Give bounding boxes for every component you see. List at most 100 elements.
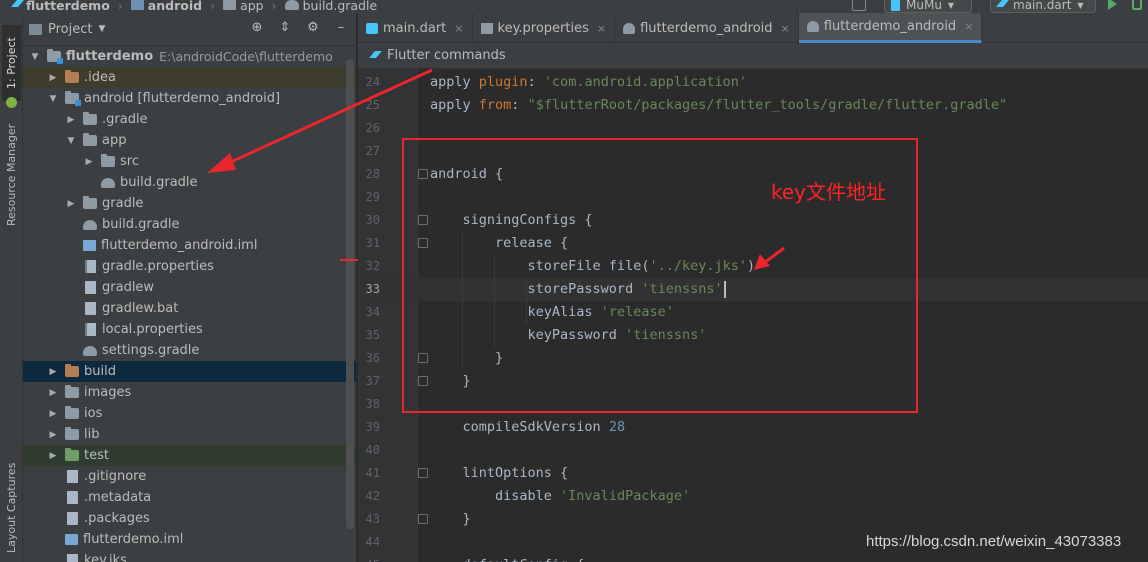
device-manager-icon[interactable] <box>852 0 866 11</box>
editor-tab[interactable]: flutterdemo_android × <box>798 13 983 43</box>
collapse-arrow-icon[interactable]: ▶ <box>47 73 59 83</box>
chevron-down-icon[interactable]: ▼ <box>98 24 105 34</box>
breadcrumb: flutterdemo › android › app › build.grad… <box>12 0 377 13</box>
folder-icon <box>83 133 97 146</box>
jks-file-icon <box>67 554 78 562</box>
line-number: 43 <box>365 512 380 526</box>
tab-project-tool[interactable]: 1: Project <box>2 25 21 101</box>
tree-item[interactable]: gradle.properties <box>23 256 356 277</box>
tree-item[interactable]: ▶ ios <box>23 403 356 424</box>
test-folder-icon <box>65 448 79 461</box>
debug-icon[interactable] <box>1132 0 1142 10</box>
tree-item[interactable]: flutterdemo_android.iml <box>23 235 356 256</box>
tree-item-label: images <box>84 385 132 400</box>
collapse-arrow-icon[interactable]: ▶ <box>65 199 77 209</box>
collapse-arrow-icon[interactable]: ▶ <box>83 157 95 167</box>
flutter-icon <box>997 0 1007 11</box>
line-number: 40 <box>365 443 380 457</box>
line-number: 41 <box>365 466 380 480</box>
tree-item[interactable]: ▼ app <box>23 130 356 151</box>
collapse-arrow-icon[interactable]: ▶ <box>47 409 59 419</box>
collapse-arrow-icon[interactable]: ▶ <box>65 115 77 125</box>
locate-file-icon[interactable]: ⊕ <box>250 21 264 35</box>
tree-item[interactable]: .metadata <box>23 487 356 508</box>
gradle-icon <box>101 177 115 188</box>
tree-item[interactable]: gradlew <box>23 277 356 298</box>
red-marker <box>340 259 358 261</box>
run-config-selector[interactable]: main.dart ▼ <box>990 0 1096 13</box>
tree-item[interactable]: ▶ .idea <box>23 67 356 88</box>
tree-item-label: build.gradle <box>120 175 198 190</box>
editor-tab[interactable]: key.properties × <box>473 13 616 43</box>
breadcrumb-item-project[interactable]: flutterdemo <box>26 0 110 13</box>
collapse-arrow-icon[interactable]: ▶ <box>47 367 59 377</box>
gear-icon[interactable]: ⚙ <box>306 21 320 35</box>
tree-item[interactable]: ▶ lib <box>23 424 356 445</box>
run-icon[interactable] <box>1108 0 1117 10</box>
tab-layout-captures[interactable]: Layout Captures <box>2 458 21 558</box>
collapse-all-icon[interactable]: ⇕ <box>278 21 292 35</box>
tree-item[interactable]: settings.gradle <box>23 340 356 361</box>
tree-item[interactable]: ▶ .gradle <box>23 109 356 130</box>
line-number: 38 <box>365 397 380 411</box>
close-icon[interactable]: × <box>597 22 606 35</box>
file-icon <box>85 281 96 294</box>
line-number: 26 <box>365 121 380 135</box>
project-panel: Project ▼ ⊕ ⇕ ⚙ – ▼ flutterdemo E:\android… <box>23 13 357 562</box>
breadcrumb-item-android[interactable]: android <box>148 0 202 13</box>
collapse-arrow-icon[interactable]: ▶ <box>47 451 59 461</box>
breadcrumb-item-file[interactable]: build.gradle <box>303 0 378 13</box>
close-icon[interactable]: × <box>781 22 790 35</box>
tree-item[interactable]: ▶ test <box>23 445 356 466</box>
code-text: lintOptions { <box>430 465 569 481</box>
project-view-selector[interactable]: Project <box>48 22 92 37</box>
properties-file-icon <box>85 323 96 336</box>
editor-tab[interactable]: main.dart × <box>358 13 473 43</box>
tree-item[interactable]: flutterdemo.iml <box>23 529 356 550</box>
expand-arrow-icon[interactable]: ▼ <box>29 52 41 62</box>
flutter-icon <box>370 50 380 62</box>
tree-item[interactable]: .packages <box>23 508 356 529</box>
editor-tab[interactable]: flutterdemo_android × <box>615 13 799 43</box>
breadcrumb-item-app[interactable]: app <box>240 0 264 13</box>
code-line: defaultConfig { <box>430 554 585 562</box>
hide-panel-icon[interactable]: – <box>334 21 348 35</box>
tree-item[interactable]: build.gradle <box>23 214 356 235</box>
collapse-arrow-icon[interactable]: ▶ <box>47 388 59 398</box>
tree-item[interactable]: ▶ src <box>23 151 356 172</box>
tree-item-label: flutterdemo <box>66 49 154 64</box>
tree-item[interactable]: key.jks <box>23 550 356 562</box>
tree-item-label: build <box>84 364 116 379</box>
code-text: compileSdkVersion <box>430 419 609 435</box>
project-scrollbar[interactable] <box>346 59 354 529</box>
annotation-label: key文件地址 <box>771 180 887 204</box>
watermark: https://blog.csdn.net/weixin_43073383 <box>866 533 1122 550</box>
device-selector[interactable]: MuMu ▼ <box>884 0 972 13</box>
flutter-commands-label[interactable]: Flutter commands <box>387 48 506 63</box>
line-number: 29 <box>365 190 380 204</box>
tree-item[interactable]: ▶ build <box>23 361 356 382</box>
tree-item-label: flutterdemo_android.iml <box>101 238 258 253</box>
tree-item[interactable]: ▼ flutterdemo E:\androidCode\flutterdemo <box>23 46 356 67</box>
tree-item[interactable]: ▼ android [flutterdemo_android] <box>23 88 356 109</box>
tree-item[interactable]: ▶ gradle <box>23 193 356 214</box>
fold-marker-icon[interactable] <box>418 468 428 478</box>
editor-tab-label: main.dart <box>383 20 447 36</box>
tree-item[interactable]: gradlew.bat <box>23 298 356 319</box>
expand-arrow-icon[interactable]: ▼ <box>65 136 77 146</box>
tree-item-label: android [flutterdemo_android] <box>84 91 281 106</box>
navigation-bar: flutterdemo › android › app › build.grad… <box>0 0 1148 13</box>
tree-item[interactable]: .gitignore <box>23 466 356 487</box>
close-icon[interactable]: × <box>964 20 973 33</box>
tab-resource-manager[interactable]: Resource Manager <box>2 115 21 235</box>
close-icon[interactable]: × <box>454 22 463 35</box>
tree-item-label: test <box>84 448 109 463</box>
tree-item[interactable]: ▶ images <box>23 382 356 403</box>
tree-item-label: key.jks <box>84 553 127 562</box>
tree-item-label: gradlew <box>102 280 155 295</box>
collapse-arrow-icon[interactable]: ▶ <box>47 430 59 440</box>
fold-marker-icon[interactable] <box>418 514 428 524</box>
tree-item[interactable]: build.gradle <box>23 172 356 193</box>
tree-item[interactable]: local.properties <box>23 319 356 340</box>
expand-arrow-icon[interactable]: ▼ <box>47 94 59 104</box>
